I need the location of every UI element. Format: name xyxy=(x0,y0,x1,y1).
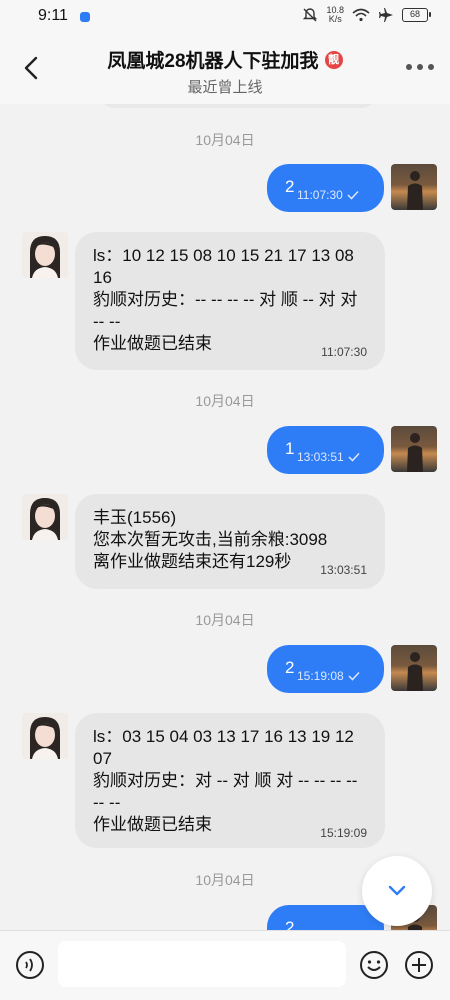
read-check-icon xyxy=(348,671,360,681)
man-silhouette-icon xyxy=(407,433,423,472)
battery-icon: 68 xyxy=(402,8,431,22)
status-bar: 9:11 10.8 K/s 68 xyxy=(0,0,450,34)
man-silhouette-icon xyxy=(407,652,423,691)
man-silhouette-icon xyxy=(407,171,423,210)
message-time-text: 13:03:51 xyxy=(297,450,344,464)
pretty-number-badge: 靓 xyxy=(324,50,343,69)
outgoing-bubble[interactable]: 1 13:03:51 xyxy=(267,426,384,474)
network-speed: 10.8 K/s xyxy=(326,6,344,24)
emoji-icon[interactable] xyxy=(359,950,389,980)
incoming-bubble[interactable]: ls：10 12 15 08 10 15 21 17 13 08 16 豹顺对历… xyxy=(75,232,385,370)
date-separator: 10月04日 xyxy=(195,132,255,148)
contact-avatar[interactable] xyxy=(22,713,68,759)
my-avatar[interactable] xyxy=(391,164,437,210)
wifi-icon xyxy=(352,8,370,22)
message-line: ls：03 15 04 03 13 17 16 13 19 12 07 xyxy=(93,727,354,768)
status-time: 9:11 xyxy=(38,7,68,24)
girl-portrait-icon xyxy=(30,498,60,540)
chat-title-block: 凤凰城28机器人下驻加我 靓 最近曾上线 xyxy=(0,46,450,97)
contact-avatar[interactable] xyxy=(22,494,68,540)
chevron-down-icon xyxy=(388,885,406,896)
message-line: 豹顺对历史：-- -- -- -- 对 顺 -- 对 对 -- -- xyxy=(93,290,358,331)
status-icons: 10.8 K/s 68 xyxy=(302,6,431,24)
network-speed-unit: K/s xyxy=(328,14,342,24)
date-separator: 10月04日 xyxy=(195,393,255,409)
incoming-bubble[interactable]: ls：03 15 04 03 13 17 16 13 19 12 07 豹顺对历… xyxy=(75,713,385,848)
chat-subtitle: 最近曾上线 xyxy=(187,79,263,96)
my-avatar[interactable] xyxy=(391,645,437,691)
message-time: 11:07:30 xyxy=(297,188,359,202)
message-text: 2 xyxy=(285,918,295,930)
chat-title: 凤凰城28机器人下驻加我 靓 xyxy=(107,46,343,73)
chat-title-text: 凤凰城28机器人下驻加我 xyxy=(107,51,319,72)
airplane-mode-icon xyxy=(379,8,393,22)
composer-bar xyxy=(0,930,450,1000)
girl-portrait-icon xyxy=(30,236,60,278)
message-time: 15:19:08 xyxy=(297,669,360,683)
outgoing-bubble[interactable]: 2 11:07:30 xyxy=(267,164,384,212)
message-line: 您本次暂无攻击,当前余粮:3098 xyxy=(93,530,328,549)
add-attachment-icon[interactable] xyxy=(404,950,434,980)
chat-header: 凤凰城28机器人下驻加我 靓 最近曾上线 xyxy=(0,34,450,104)
voice-input-icon[interactable] xyxy=(15,950,45,980)
app-notification-icon xyxy=(80,12,90,22)
message-time: 13:03:51 xyxy=(297,450,360,464)
scroll-to-bottom-button[interactable] xyxy=(362,856,432,926)
my-avatar[interactable] xyxy=(391,426,437,472)
message-time-text: 11:07:30 xyxy=(297,188,343,202)
contact-avatar[interactable] xyxy=(22,232,68,278)
read-check-icon xyxy=(348,452,360,462)
more-options-icon[interactable] xyxy=(406,64,434,70)
message-time-text: 15:19:08 xyxy=(297,669,344,683)
read-check-icon xyxy=(347,190,359,200)
incoming-bubble[interactable]: 丰玉(1556) 您本次暂无攻击,当前余粮:3098 离作业做题结束还有129秒… xyxy=(75,494,385,589)
outgoing-bubble[interactable]: 2 15:19:08 xyxy=(267,645,384,693)
message-input[interactable] xyxy=(58,941,346,987)
date-separator: 10月04日 xyxy=(195,612,255,628)
mute-bell-icon xyxy=(303,8,318,22)
message-line: 豹顺对历史：对 -- 对 顺 对 -- -- -- -- -- -- xyxy=(93,771,358,812)
message-text: 1 xyxy=(285,439,295,458)
message-line: ls：10 12 15 08 10 15 21 17 13 08 16 xyxy=(93,246,354,287)
message-text: 2 xyxy=(285,177,295,196)
message-text: 2 xyxy=(285,658,295,677)
message-list[interactable]: 10月04日 2 11:07:30 ls：10 12 15 08 10 15 2… xyxy=(0,104,450,930)
girl-portrait-icon xyxy=(30,717,60,759)
previous-message-bubble xyxy=(98,104,378,108)
message-line: 丰玉(1556) xyxy=(93,508,177,527)
